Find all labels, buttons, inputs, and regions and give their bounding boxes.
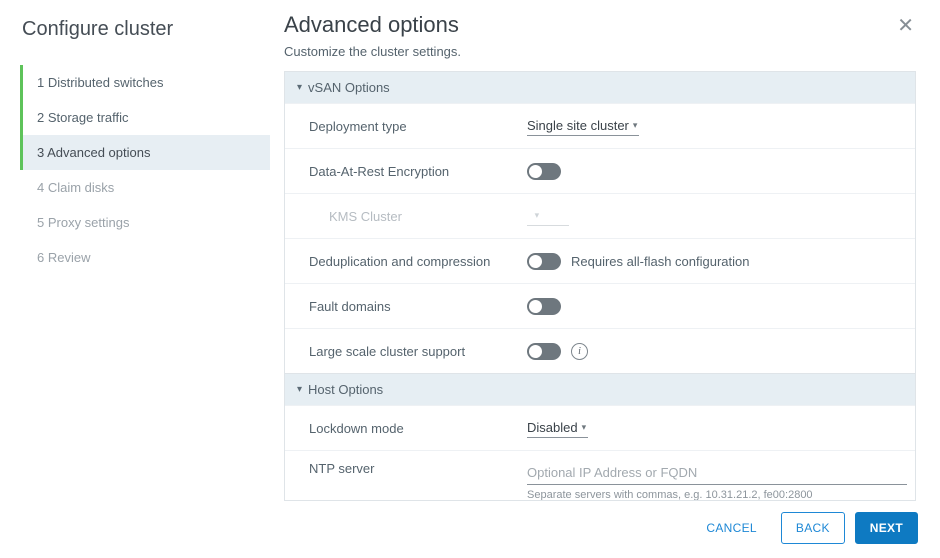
fault-domains-toggle[interactable] [527,298,561,315]
row-ntp: NTP server Separate servers with commas,… [285,450,915,501]
form-scroll[interactable]: ▾ vSAN Options Deployment type Single si… [284,71,916,501]
ntp-label: NTP server [309,461,527,476]
ntp-helper: Separate servers with commas, e.g. 10.31… [527,489,813,501]
kms-cluster-label: KMS Cluster [329,209,527,224]
main-panel: Advanced options ✕ Customize the cluster… [270,0,940,558]
row-kms-cluster: KMS Cluster ▾ [285,193,915,238]
chevron-down-icon: ▾ [297,384,302,395]
row-data-at-rest: Data-At-Rest Encryption [285,148,915,193]
sidebar-title: Configure cluster [22,18,270,41]
kms-cluster-select: ▾ [527,206,569,226]
step-distributed-switches[interactable]: 1 Distributed switches [20,65,270,100]
dedup-label: Deduplication and compression [309,254,527,269]
host-section-title: Host Options [308,382,383,397]
step-review[interactable]: 6 Review [20,240,270,275]
row-dedup: Deduplication and compression Requires a… [285,238,915,283]
wizard-sidebar: Configure cluster 1 Distributed switches… [0,0,270,558]
deployment-type-label: Deployment type [309,119,527,134]
step-storage-traffic[interactable]: 2 Storage traffic [20,100,270,135]
row-fault-domains: Fault domains [285,283,915,328]
close-icon: ✕ [897,15,914,37]
step-advanced-options[interactable]: 3 Advanced options [20,135,270,170]
large-scale-label: Large scale cluster support [309,344,527,359]
dedup-note: Requires all-flash configuration [571,254,749,269]
chevron-down-icon: ▾ [297,82,302,93]
data-at-rest-toggle[interactable] [527,163,561,180]
vsan-section-header[interactable]: ▾ vSAN Options [285,72,915,103]
step-claim-disks[interactable]: 4 Claim disks [20,170,270,205]
vsan-section-title: vSAN Options [308,80,390,95]
close-button[interactable]: ✕ [895,14,916,38]
host-section-header[interactable]: ▾ Host Options [285,373,915,405]
fault-domains-label: Fault domains [309,299,527,314]
row-lockdown: Lockdown mode Disabled ▾ [285,405,915,450]
page-title: Advanced options [284,12,459,38]
chevron-down-icon: ▾ [633,120,638,131]
dedup-toggle[interactable] [527,253,561,270]
ntp-input[interactable] [527,461,907,485]
next-button[interactable]: NEXT [855,512,918,544]
row-deployment-type: Deployment type Single site cluster ▾ [285,103,915,148]
chevron-down-icon: ▾ [582,422,587,433]
row-large-scale: Large scale cluster support i [285,328,915,373]
deployment-type-select[interactable]: Single site cluster ▾ [527,116,639,136]
data-at-rest-label: Data-At-Rest Encryption [309,164,527,179]
info-icon[interactable]: i [571,343,588,360]
chevron-down-icon: ▾ [535,210,540,221]
lockdown-label: Lockdown mode [309,421,527,436]
step-proxy-settings[interactable]: 5 Proxy settings [20,205,270,240]
lockdown-select[interactable]: Disabled ▾ [527,418,588,438]
cancel-button[interactable]: CANCEL [692,513,770,543]
wizard-steps: 1 Distributed switches 2 Storage traffic… [20,65,270,275]
large-scale-toggle[interactable] [527,343,561,360]
page-subtitle: Customize the cluster settings. [284,44,916,59]
back-button[interactable]: BACK [781,512,845,544]
wizard-footer: CANCEL BACK NEXT [692,512,918,544]
